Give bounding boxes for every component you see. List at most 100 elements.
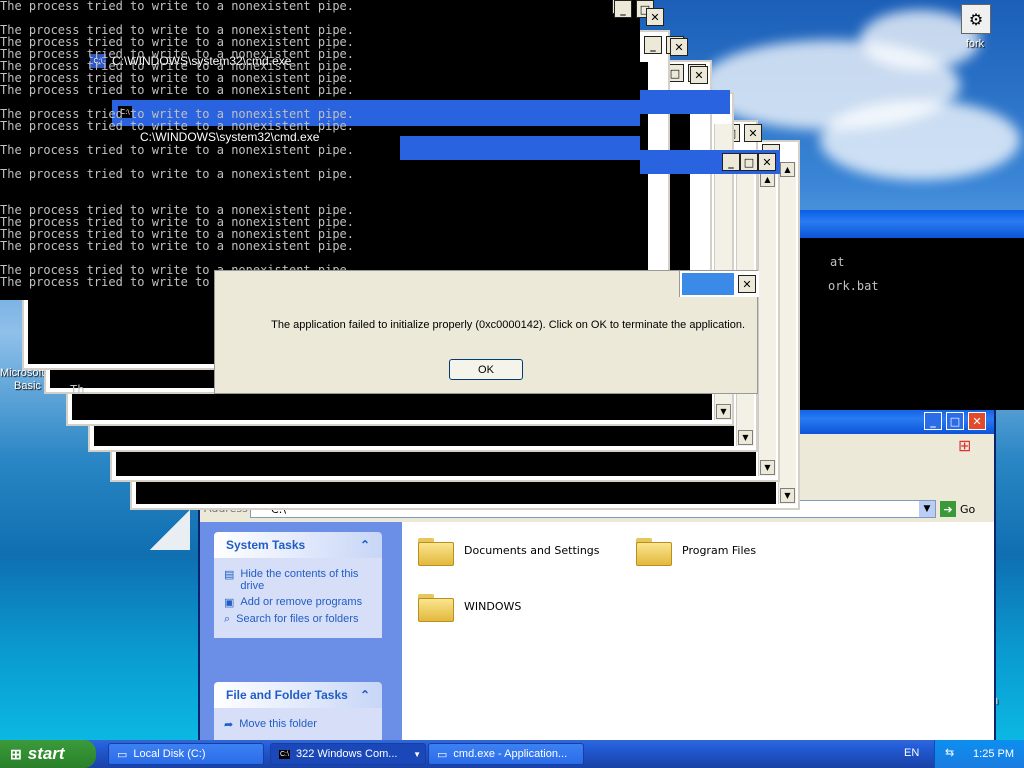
close-button[interactable]: ✕	[968, 412, 986, 430]
dialog-titlebar[interactable]: ✕	[679, 271, 759, 297]
ok-button[interactable]: OK	[449, 359, 523, 380]
file-folder-tasks-header[interactable]: File and Folder Tasks ⌃	[214, 682, 382, 708]
cmd-titlebar[interactable]	[640, 90, 730, 114]
desktop-icon-fork[interactable]: ⚙ fork	[955, 4, 995, 54]
start-button[interactable]: ⊞ start	[0, 740, 96, 768]
folder-icon	[418, 534, 454, 566]
cmd-fragment: Th	[70, 383, 85, 397]
folder-item[interactable]: Documents and Settings	[418, 534, 600, 566]
file-folder-tasks-panel: File and Folder Tasks ⌃ ➦ Move this folde…	[214, 682, 382, 743]
window-icon: ▭	[437, 748, 448, 761]
close-button[interactable]: ✕	[646, 8, 664, 26]
taskbar-item-local-disk[interactable]: ▭ Local Disk (C:)	[108, 743, 264, 765]
cmd-line: The process tried to write to a nonexist…	[0, 167, 355, 181]
cmd-fragment: at	[830, 256, 845, 268]
network-icon[interactable]: ⇆	[945, 746, 954, 759]
move-folder-icon: ➦	[224, 719, 234, 731]
address-dropdown-icon[interactable]: ▼	[919, 501, 935, 517]
close-button[interactable]: ✕	[738, 275, 756, 293]
error-dialog: ✕ The application failed to initialize p…	[214, 270, 759, 394]
cloud	[820, 100, 1020, 180]
cmd-output: The process tried to write to a nonexist…	[0, 0, 400, 300]
scroll-up-icon[interactable]: ▲	[760, 172, 775, 187]
cmd-titlebar[interactable]	[400, 100, 640, 126]
dialog-titlebar-fill	[682, 273, 734, 295]
taskbar-item-cmd-application[interactable]: ▭ cmd.exe - Application...	[428, 743, 584, 765]
minimize-button[interactable]: _	[722, 153, 740, 171]
task-label: Hide the contents of this drive	[240, 568, 359, 592]
cmd-line: The process tried to write to a nonexist…	[0, 239, 355, 253]
go-button[interactable]: ➔ Go	[940, 500, 986, 518]
close-button[interactable]: ✕	[758, 153, 776, 171]
cmd-fragment-lines: Th Th Th Th	[70, 360, 140, 410]
scrollbar[interactable]: ▲ ▼	[778, 162, 796, 504]
folder-name: Program Files	[682, 543, 757, 557]
hide-drive-icon: ▤	[224, 569, 235, 581]
folder-item[interactable]: WINDOWS	[418, 590, 521, 622]
folder-item[interactable]: Program Files	[636, 534, 756, 566]
minimize-button[interactable]: _	[644, 36, 662, 54]
folder-icon	[636, 534, 672, 566]
programs-icon: ▣	[224, 597, 235, 609]
folder-icon	[418, 590, 454, 622]
windows-logo-icon: ⊞	[958, 436, 972, 455]
scroll-down-icon[interactable]: ▼	[760, 460, 775, 475]
file-folder-tasks-title: File and Folder Tasks	[226, 688, 348, 702]
close-button[interactable]: ✕	[670, 38, 688, 56]
scroll-up-icon[interactable]: ▲	[780, 162, 795, 177]
maximize-button[interactable]: □	[740, 153, 758, 171]
collapse-icon[interactable]: ⌃	[360, 688, 370, 702]
task-label: Search for files or folders	[236, 613, 359, 625]
clock[interactable]: 1:25 PM	[973, 748, 1014, 760]
scroll-down-icon[interactable]: ▼	[780, 488, 795, 503]
system-tasks-panel: System Tasks ⌃ ▤ Hide the contents of thi…	[214, 532, 382, 638]
search-icon: ⌕	[224, 613, 231, 625]
go-label: Go	[960, 502, 976, 516]
cmd-titlebar[interactable]	[400, 136, 640, 160]
desktop-icon-label: fork	[965, 38, 985, 50]
windows-logo-icon: ⊞	[10, 745, 22, 762]
close-button[interactable]: ✕	[744, 124, 762, 142]
dialog-message: The application failed to initialize pro…	[271, 319, 745, 331]
start-label: start	[27, 744, 65, 763]
task-pane: System Tasks ⌃ ▤ Hide the contents of thi…	[200, 522, 402, 743]
task-add-remove-programs[interactable]: ▣ Add or remove programs	[224, 596, 372, 609]
system-tasks-header[interactable]: System Tasks ⌃	[214, 532, 382, 558]
sailboat	[150, 510, 190, 550]
minimize-button[interactable]: _	[924, 412, 942, 430]
go-arrow-icon: ➔	[940, 501, 956, 517]
cmd-fragment: ork.bat	[828, 280, 879, 292]
task-search-files[interactable]: ⌕ Search for files or folders	[224, 613, 372, 626]
gear-file-icon: ⚙	[961, 4, 991, 34]
collapse-icon[interactable]: ⌃	[360, 538, 370, 552]
task-label: cmd.exe - Application...	[453, 748, 568, 760]
cmd-line: The process tried to write to a nonexist…	[0, 0, 355, 13]
close-button[interactable]: ✕	[690, 66, 708, 84]
maximize-button[interactable]: □	[946, 412, 964, 430]
scrollbar[interactable]: ▲ ▼	[758, 172, 776, 476]
system-tray: ⇆ 1:25 PM	[934, 740, 1024, 768]
scroll-down-icon[interactable]: ▼	[716, 404, 731, 419]
task-label: Move this folder	[239, 718, 317, 730]
task-label: Add or remove programs	[240, 596, 363, 608]
minimize-button[interactable]: _	[614, 0, 632, 18]
cmd-line: The process tried to write to a nonexist…	[0, 143, 355, 157]
drive-icon: ▭	[117, 748, 128, 761]
scroll-down-icon[interactable]: ▼	[738, 430, 753, 445]
folder-name: Documents and Settings	[464, 543, 600, 557]
task-label: 322 Windows Com...	[295, 748, 398, 760]
cmd-window-right: at ork.bat	[800, 210, 1024, 410]
group-dropdown-icon[interactable]: ▼	[413, 750, 421, 759]
language-indicator[interactable]: EN	[904, 747, 919, 759]
cmd-line: The process tried to write to a nonexist…	[0, 119, 355, 133]
taskbar: ⊞ start ▭ Local Disk (C:) C:\ 322 Window…	[0, 740, 1024, 768]
task-label: Local Disk (C:)	[133, 748, 206, 760]
folder-view: Documents and Settings Program Files WIN…	[402, 522, 994, 740]
cmd-icon: C:\	[279, 749, 290, 759]
task-move-folder[interactable]: ➦ Move this folder	[224, 718, 372, 731]
cmd-line: The process tried to write to a nonexist…	[0, 83, 355, 97]
system-tasks-title: System Tasks	[226, 538, 306, 552]
task-hide-contents[interactable]: ▤ Hide the contents of this drive	[224, 568, 372, 592]
taskbar-item-windows-command[interactable]: C:\ 322 Windows Com... ▼	[270, 743, 426, 765]
cmd-titlebar[interactable]	[800, 210, 1024, 238]
